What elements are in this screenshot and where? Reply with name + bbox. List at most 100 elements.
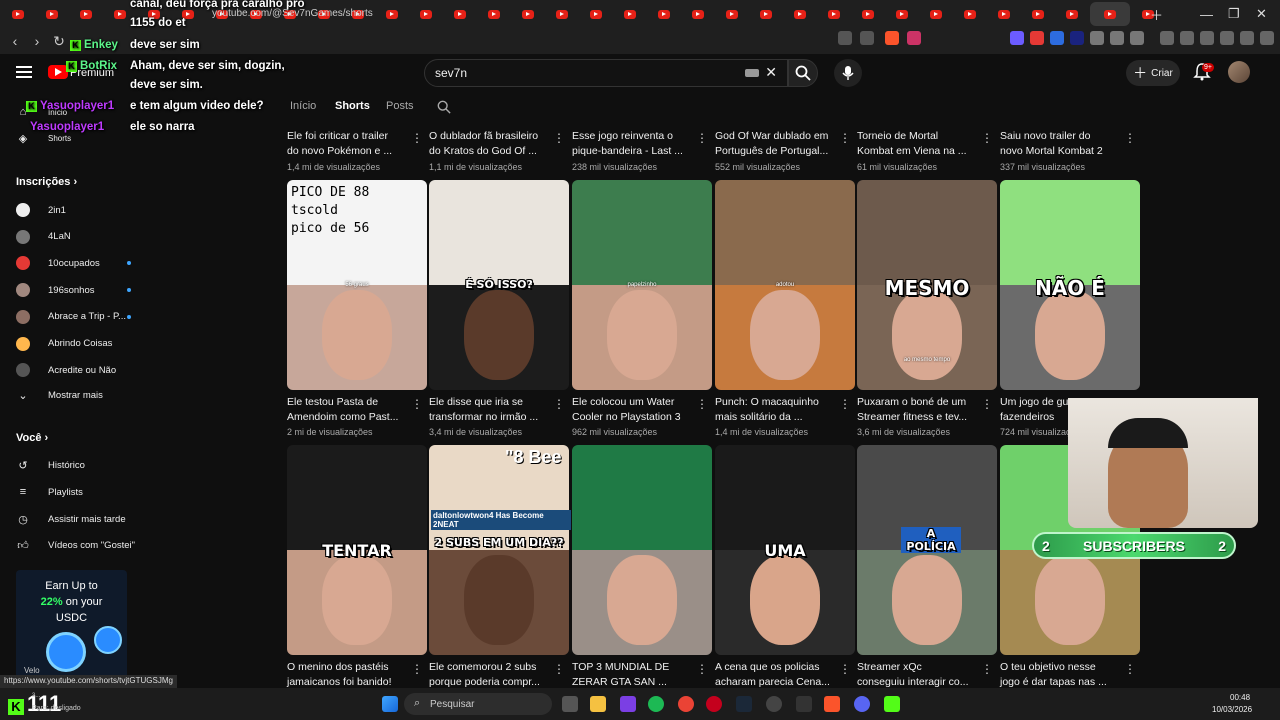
browser-tab[interactable] [988, 2, 1020, 26]
sidebar-item-playlists[interactable]: ≡ Playlists [16, 482, 146, 502]
task-view-icon[interactable] [562, 696, 578, 712]
opera-icon[interactable] [706, 696, 722, 712]
extension-icon[interactable] [838, 31, 852, 45]
vpn-icon[interactable] [1220, 31, 1234, 45]
channel-search-icon[interactable] [437, 100, 451, 114]
short-thumbnail[interactable]: UMA [715, 445, 855, 655]
clear-search-icon[interactable]: ✕ [765, 64, 777, 81]
short-thumbnail[interactable]: NÃO É [1000, 180, 1140, 390]
short-thumbnail[interactable]: 2 SUBS EM UM DIA?? [429, 445, 569, 655]
more-options-icon[interactable]: ⋮ [839, 397, 851, 411]
short-title[interactable]: Ele foi criticar o trailer do novo Pokémo… [287, 129, 403, 158]
app-icon[interactable] [766, 696, 782, 712]
ad-banner[interactable]: Earn Up to 22% on your USDC Velo [16, 570, 127, 680]
short-title[interactable]: O dublador fã brasileiro do Kratos do God… [429, 129, 545, 158]
shield-icon[interactable] [1240, 31, 1254, 45]
maximize-button[interactable]: ❐ [1228, 0, 1240, 28]
sidebar-subscription-item[interactable]: Abrindo Coisas [16, 334, 146, 354]
app-icon[interactable] [796, 696, 812, 712]
minimize-button[interactable]: — [1200, 0, 1213, 28]
brave-rewards-icon[interactable] [907, 31, 921, 45]
discord-icon[interactable] [854, 696, 870, 712]
tab-shorts[interactable]: Shorts [335, 100, 370, 112]
more-options-icon[interactable]: ⋮ [696, 131, 708, 145]
spotify-icon[interactable] [648, 696, 664, 712]
short-title[interactable]: O menino dos pastéis jamaicanos foi banid… [287, 660, 403, 689]
more-options-icon[interactable]: ⋮ [839, 131, 851, 145]
url-field[interactable]: youtube.com/@Sev7nGames/shorts [212, 4, 932, 22]
short-title[interactable]: God Of War dublado em Português de Portug… [715, 129, 831, 158]
windows-start-icon[interactable] [382, 696, 398, 712]
browser-tab[interactable] [1090, 2, 1130, 26]
short-title[interactable]: A cena que os policias acharam parecia Ce… [715, 660, 831, 689]
more-options-icon[interactable]: ⋮ [1124, 131, 1136, 145]
search-button[interactable] [788, 59, 818, 87]
more-options-icon[interactable]: ⋮ [553, 397, 565, 411]
short-thumbnail[interactable]: É SÓ ISSO? [429, 180, 569, 390]
taskbar-search[interactable]: ⌕ Pesquisar [404, 693, 552, 715]
short-title[interactable]: Ele disse que iria se transformar no irmã… [429, 395, 545, 424]
short-title[interactable]: Torneio de Mortal Kombat em Viena na ... [857, 129, 973, 158]
share-icon[interactable] [860, 31, 874, 45]
browser-tab[interactable] [1056, 2, 1088, 26]
extension-icon[interactable] [1010, 31, 1024, 45]
steam-icon[interactable] [736, 696, 752, 712]
extension-icon[interactable] [1030, 31, 1044, 45]
new-tab-button[interactable]: ＋ [1150, 0, 1163, 28]
file-explorer-icon[interactable] [590, 696, 606, 712]
short-title[interactable]: Esse jogo reinventa o pique-bandeira - La… [572, 129, 688, 158]
extension-icon[interactable] [1130, 31, 1144, 45]
short-thumbnail[interactable] [572, 445, 712, 655]
short-title[interactable]: Puxaram o boné de um Streamer fitness e t… [857, 395, 973, 424]
tab-posts[interactable]: Posts [386, 100, 414, 112]
keyboard-icon[interactable] [745, 69, 759, 77]
clock-date[interactable]: 10/03/2026 [1212, 705, 1252, 714]
puzzle-icon[interactable] [1110, 31, 1124, 45]
you-header[interactable]: Você › [16, 432, 48, 444]
short-title[interactable]: Saiu novo trailer do novo Mortal Kombat 2 [1000, 129, 1116, 158]
more-options-icon[interactable]: ⋮ [696, 397, 708, 411]
browser-tab[interactable] [1022, 2, 1054, 26]
show-more-button[interactable]: ⌄ Mostrar mais [16, 385, 146, 405]
sidebar-item-liked-videos[interactable]: 👍︎ Vídeos com "Gostei" [16, 535, 146, 555]
more-options-icon[interactable]: ⋮ [839, 662, 851, 676]
more-options-icon[interactable]: ⋮ [411, 131, 423, 145]
short-title[interactable]: Ele comemorou 2 subs porque poderia compr… [429, 660, 545, 689]
more-options-icon[interactable]: ⋮ [411, 397, 423, 411]
sidebar-subscription-item[interactable]: 4LaN [16, 227, 146, 247]
more-options-icon[interactable]: ⋮ [553, 662, 565, 676]
clock-time[interactable]: 00:48 [1230, 693, 1250, 702]
account-avatar[interactable] [1228, 61, 1250, 83]
sidebar-subscription-item[interactable]: Acredite ou Não [16, 360, 146, 380]
short-title[interactable]: Ele colocou um Water Cooler no Playstatio… [572, 395, 688, 424]
short-title[interactable]: O teu objetivo nesse jogo é dar tapas nas… [1000, 660, 1116, 689]
more-options-icon[interactable]: ⋮ [553, 131, 565, 145]
search-input[interactable]: sev7n ✕ [424, 59, 788, 87]
more-options-icon[interactable]: ⋮ [1124, 662, 1136, 676]
subscriptions-header[interactable]: Inscrições › [16, 176, 77, 188]
more-options-icon[interactable]: ⋮ [981, 131, 993, 145]
extension-icon[interactable] [1050, 31, 1064, 45]
sidebar-item-history[interactable]: ↺ Histórico [16, 455, 146, 475]
short-thumbnail[interactable]: TENTAR [287, 445, 427, 655]
app-icon[interactable] [620, 696, 636, 712]
brave-icon[interactable] [824, 696, 840, 712]
close-window-button[interactable]: ✕ [1256, 0, 1267, 28]
short-title[interactable]: Ele testou Pasta de Amendoim como Past... [287, 395, 403, 424]
browser-tab[interactable] [954, 2, 986, 26]
extension-icon[interactable] [1070, 31, 1084, 45]
chrome-icon[interactable] [678, 696, 694, 712]
more-options-icon[interactable]: ⋮ [411, 662, 423, 676]
voice-search-button[interactable] [834, 59, 862, 87]
media-icon[interactable] [1160, 31, 1174, 45]
create-button[interactable]: ＋ Criar [1126, 60, 1180, 86]
short-thumbnail[interactable]: A POLÍCIA [857, 445, 997, 655]
short-title[interactable]: TOP 3 MUNDIAL DE ZERAR GTA SAN ... [572, 660, 688, 689]
more-options-icon[interactable]: ⋮ [981, 662, 993, 676]
more-options-icon[interactable]: ⋮ [981, 397, 993, 411]
menu-icon[interactable] [1260, 31, 1274, 45]
kick-app-icon[interactable] [884, 696, 900, 712]
sidebar-icon[interactable] [1180, 31, 1194, 45]
short-title[interactable]: Streamer xQc conseguiu interagir co... [857, 660, 973, 689]
sidebar-subscription-item[interactable]: 2in1 [16, 200, 146, 220]
